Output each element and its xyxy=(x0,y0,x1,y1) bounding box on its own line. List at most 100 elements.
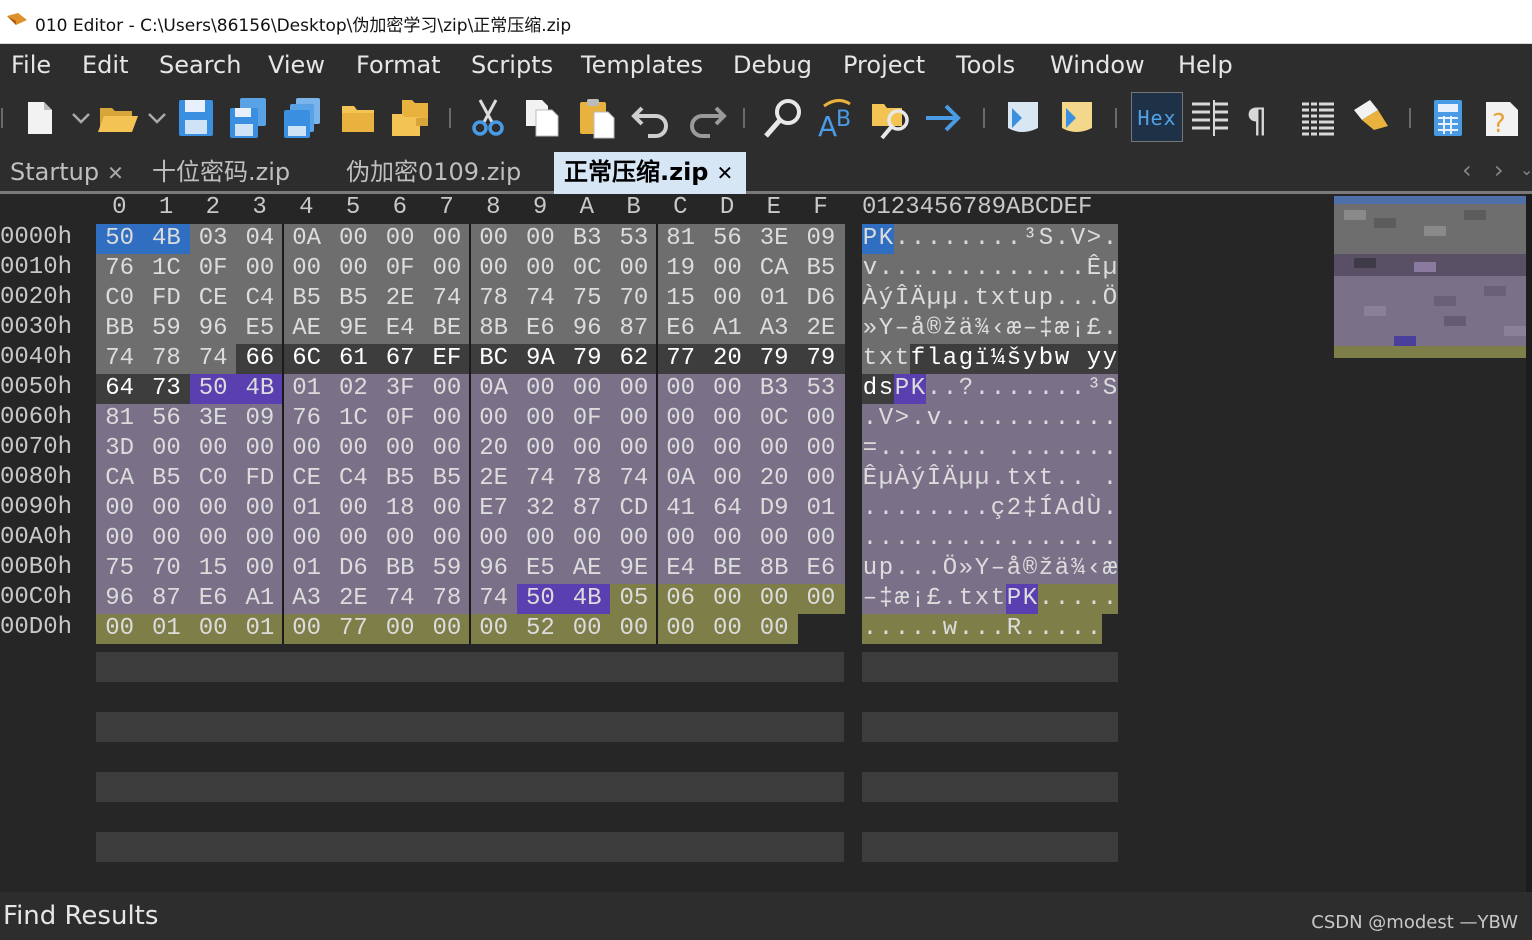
ascii-char[interactable]: p xyxy=(878,554,894,584)
list-icon[interactable] xyxy=(1296,96,1340,140)
ascii-char[interactable]: . xyxy=(1054,284,1070,314)
replace-icon[interactable]: AB xyxy=(816,96,860,140)
hex-byte[interactable]: 00 xyxy=(376,224,424,254)
hex-byte[interactable]: 74 xyxy=(610,464,658,494)
hex-byte[interactable]: 00 xyxy=(563,374,611,404)
ascii-char[interactable]: . xyxy=(974,614,990,644)
hex-byte[interactable]: 00 xyxy=(283,524,331,554)
hex-byte[interactable]: 00 xyxy=(376,524,424,554)
ascii-char[interactable]: . xyxy=(862,404,878,434)
hex-byte[interactable]: 2E xyxy=(329,584,377,614)
ascii-char[interactable]: À xyxy=(862,284,878,314)
ascii-char[interactable]: . xyxy=(1006,404,1022,434)
ascii-char[interactable]: . xyxy=(894,554,910,584)
menu-view[interactable]: View xyxy=(268,51,325,79)
hex-byte[interactable]: 00 xyxy=(610,254,658,284)
ascii-char[interactable]: . xyxy=(926,254,942,284)
hex-byte[interactable]: 53 xyxy=(610,224,658,254)
ascii-char[interactable] xyxy=(1070,344,1086,374)
hex-byte[interactable]: BE xyxy=(703,554,751,584)
hex-byte[interactable]: 00 xyxy=(703,404,751,434)
ascii-char[interactable]: R xyxy=(1006,614,1022,644)
hex-byte[interactable]: 00 xyxy=(610,614,658,644)
ascii-char[interactable]: S xyxy=(1038,224,1054,254)
ascii-char[interactable]: . xyxy=(1006,254,1022,284)
hex-byte[interactable]: 64 xyxy=(96,374,144,404)
hex-byte[interactable]: BB xyxy=(96,314,144,344)
ascii-char[interactable]: V xyxy=(1070,224,1086,254)
hex-byte[interactable]: 00 xyxy=(703,614,751,644)
ascii-char[interactable]: . xyxy=(1070,584,1086,614)
hex-byte[interactable]: 00 xyxy=(610,374,658,404)
ascii-char[interactable]: . xyxy=(1054,524,1070,554)
menu-format[interactable]: Format xyxy=(356,51,441,79)
ascii-char[interactable]: . xyxy=(910,524,926,554)
hex-byte[interactable]: 73 xyxy=(142,374,190,404)
hex-byte[interactable]: 78 xyxy=(142,344,190,374)
ascii-char[interactable]: . xyxy=(862,494,878,524)
hex-byte[interactable]: 3E xyxy=(189,404,237,434)
ascii-char[interactable]: ž xyxy=(1038,554,1054,584)
hex-byte[interactable]: 41 xyxy=(657,494,705,524)
hex-byte[interactable]: B5 xyxy=(423,464,471,494)
hex-byte[interactable]: 01 xyxy=(797,494,845,524)
ascii-char[interactable]: . xyxy=(910,494,926,524)
ascii-char[interactable]: – xyxy=(894,314,910,344)
menu-scripts[interactable]: Scripts xyxy=(471,51,553,79)
menu-tools[interactable]: Tools xyxy=(956,51,1015,79)
ascii-char[interactable]: d xyxy=(862,374,878,404)
ascii-char[interactable]: . xyxy=(1038,524,1054,554)
ascii-char[interactable]: > xyxy=(894,404,910,434)
new-file-dropdown-icon[interactable] xyxy=(70,96,92,140)
hex-byte[interactable]: 00 xyxy=(423,524,471,554)
hex-byte[interactable]: 01 xyxy=(142,614,190,644)
hex-byte[interactable]: 15 xyxy=(657,284,705,314)
ascii-char[interactable]: x xyxy=(990,284,1006,314)
hex-byte[interactable]: EF xyxy=(423,344,471,374)
hex-byte[interactable]: B5 xyxy=(142,464,190,494)
ascii-char[interactable]: . xyxy=(878,494,894,524)
ascii-char[interactable]: Ö xyxy=(942,554,958,584)
ascii-char[interactable]: . xyxy=(990,254,1006,284)
hex-byte[interactable]: 04 xyxy=(236,224,284,254)
ascii-char[interactable]: µ xyxy=(942,284,958,314)
hex-byte[interactable]: 59 xyxy=(142,314,190,344)
hex-byte[interactable]: 53 xyxy=(797,374,845,404)
ascii-char[interactable]: . xyxy=(1086,404,1102,434)
hex-byte[interactable]: 4B xyxy=(563,584,611,614)
ascii-char[interactable]: . xyxy=(1022,434,1038,464)
hex-byte[interactable]: 00 xyxy=(376,434,424,464)
ascii-char[interactable]: » xyxy=(862,314,878,344)
ascii-char[interactable]: w xyxy=(942,614,958,644)
hex-byte[interactable]: 76 xyxy=(96,254,144,284)
hex-byte[interactable]: 9A xyxy=(516,344,564,374)
hex-byte[interactable]: 20 xyxy=(703,344,751,374)
hex-byte[interactable]: 00 xyxy=(329,434,377,464)
hex-byte[interactable]: 00 xyxy=(703,524,751,554)
ascii-char[interactable]: t xyxy=(958,584,974,614)
hex-byte[interactable]: 00 xyxy=(470,404,518,434)
find-icon[interactable] xyxy=(762,96,806,140)
hex-byte[interactable]: 00 xyxy=(96,494,144,524)
ascii-char[interactable]: . xyxy=(1102,224,1118,254)
menu-edit[interactable]: Edit xyxy=(82,51,128,79)
hex-byte[interactable]: 78 xyxy=(563,464,611,494)
ascii-char[interactable]: > xyxy=(1086,224,1102,254)
hex-byte[interactable]: E6 xyxy=(657,314,705,344)
hex-byte[interactable]: 00 xyxy=(797,524,845,554)
ascii-char[interactable]: w xyxy=(1054,344,1070,374)
hex-byte[interactable]: A1 xyxy=(703,314,751,344)
ascii-char[interactable]: – xyxy=(862,584,878,614)
ascii-char[interactable]: . xyxy=(990,404,1006,434)
new-file-icon[interactable] xyxy=(18,96,62,140)
hex-byte[interactable]: 74 xyxy=(189,344,237,374)
tab-zhengchang-yasuo-zip[interactable]: 正常压缩.zip ✕ xyxy=(554,152,746,194)
ascii-char[interactable]: » xyxy=(958,554,974,584)
ascii-char[interactable]: . xyxy=(958,404,974,434)
hex-byte[interactable]: 00 xyxy=(563,524,611,554)
ascii-char[interactable]: ¼ xyxy=(990,344,1006,374)
ascii-char[interactable]: . xyxy=(1102,464,1118,494)
hex-byte[interactable]: 00 xyxy=(96,524,144,554)
tab-scroll-right-icon[interactable]: › xyxy=(1494,156,1504,184)
hex-byte[interactable]: 52 xyxy=(516,614,564,644)
